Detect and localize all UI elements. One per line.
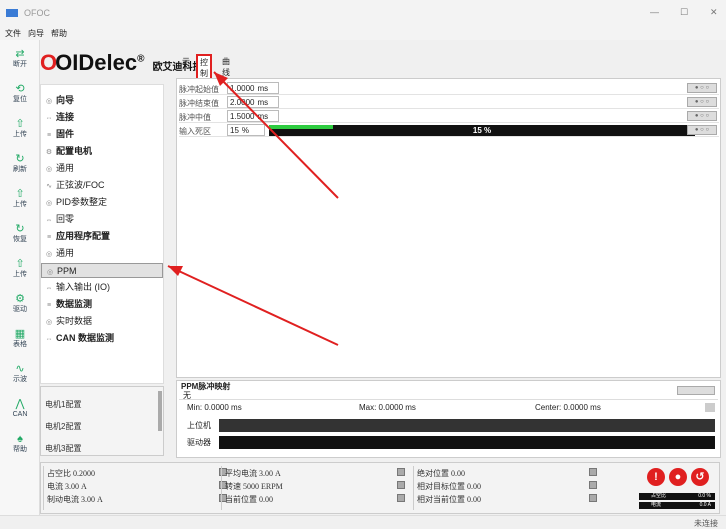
- annotation-arrows: [167, 71, 339, 346]
- arrow-to-tab: [213, 71, 339, 199]
- arrow-to-ppm: [167, 265, 339, 346]
